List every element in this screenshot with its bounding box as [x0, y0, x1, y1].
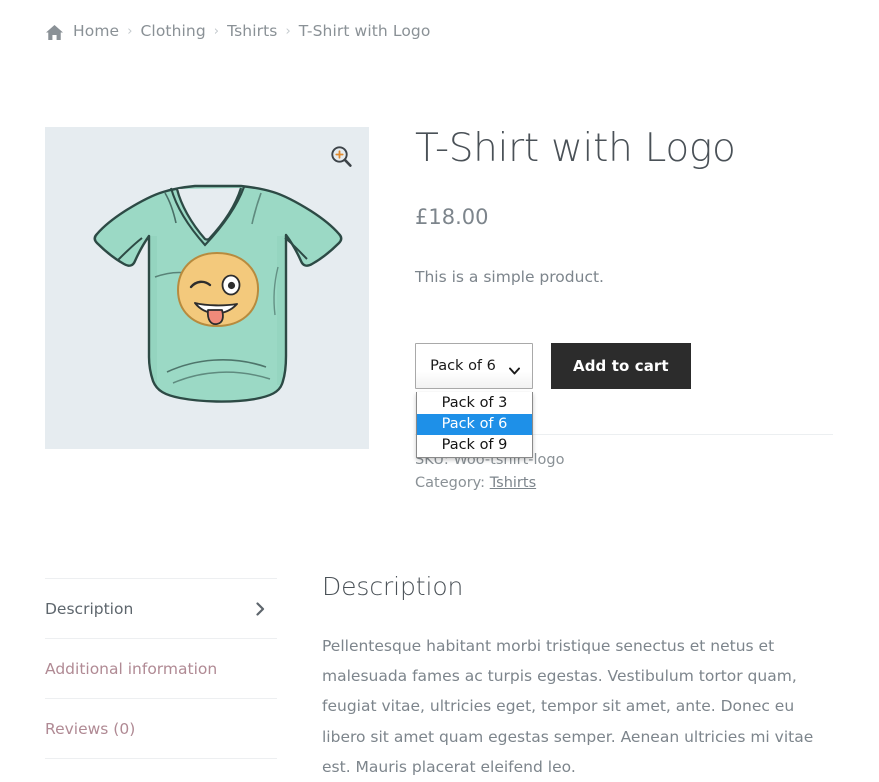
product-short-description: This is a simple product.	[415, 267, 604, 286]
panel-title: Description	[322, 572, 464, 601]
pack-size-option-9[interactable]: Pack of 9	[417, 435, 532, 456]
chevron-down-icon	[509, 363, 520, 375]
chevron-right-icon	[256, 601, 265, 616]
tab-description-label: Description	[45, 599, 134, 618]
pack-size-select-value: Pack of 6	[430, 358, 496, 374]
pack-size-select-shell: Pack of 6 Pack of 3 Pack of 6 Pack of 9	[415, 343, 533, 458]
product-image[interactable]	[45, 127, 369, 449]
breadcrumb-separator: ›	[213, 23, 220, 39]
zoom-in-icon[interactable]	[329, 144, 353, 168]
add-to-cart-button[interactable]: Add to cart	[551, 343, 691, 389]
pack-size-option-6[interactable]: Pack of 6	[417, 414, 532, 435]
breadcrumb-separator: ›	[127, 23, 133, 39]
page-title: T-Shirt with Logo	[415, 126, 736, 171]
product-tabs: Description Additional information Revie…	[45, 578, 277, 759]
breadcrumb-separator: ›	[285, 23, 291, 39]
product-summary: T-Shirt with Logo £18.00 This is a simpl…	[415, 127, 835, 289]
breadcrumb-item-current: T-Shirt with Logo	[298, 22, 431, 40]
product-gallery[interactable]	[45, 127, 369, 449]
product-category: Category: Tshirts	[415, 472, 835, 495]
tab-additional-information-label: Additional information	[45, 659, 218, 678]
panel-body: Pellentesque habitant morbi tristique se…	[322, 637, 814, 776]
tab-description[interactable]: Description	[45, 578, 277, 638]
tab-reviews-label: Reviews (0)	[45, 719, 136, 738]
breadcrumb-item-clothing[interactable]: Clothing	[141, 22, 206, 40]
tab-panel-description: Description Pellentesque habitant morbi …	[322, 572, 842, 782]
product-price: £18.00	[415, 204, 489, 229]
pack-size-options-list[interactable]: Pack of 3 Pack of 6 Pack of 9	[416, 392, 533, 458]
home-icon[interactable]	[45, 24, 64, 41]
add-to-cart-form: Pack of 6 Pack of 3 Pack of 6 Pack of 9 …	[415, 343, 691, 458]
tab-reviews[interactable]: Reviews (0)	[45, 698, 277, 759]
breadcrumb-item-home[interactable]: Home	[73, 22, 119, 40]
tab-additional-information[interactable]: Additional information	[45, 638, 277, 698]
breadcrumb: Home › Clothing › Tshirts › T-Shirt with…	[45, 22, 430, 40]
pack-size-select[interactable]: Pack of 6	[415, 343, 533, 389]
category-link-tshirts[interactable]: Tshirts	[490, 475, 536, 491]
category-label: Category:	[415, 475, 486, 492]
pack-size-option-3[interactable]: Pack of 3	[417, 393, 532, 414]
breadcrumb-item-tshirts[interactable]: Tshirts	[227, 22, 277, 40]
